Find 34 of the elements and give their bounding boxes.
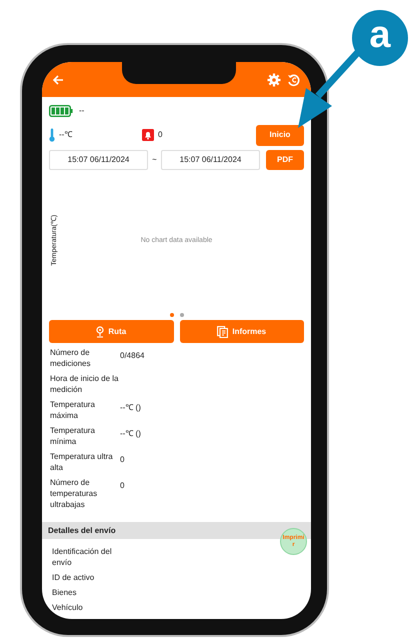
battery-reading: -- [79, 105, 84, 117]
end-date-field[interactable]: 15:07 06/11/2024 [161, 150, 260, 170]
start-date-field[interactable]: 15:07 06/11/2024 [49, 150, 148, 170]
temperature-reading: --℃ [59, 129, 72, 141]
back-icon[interactable] [52, 74, 64, 86]
annotation-badge: a [352, 10, 408, 66]
measurement-label: Número de temperaturas ultrabajas [49, 477, 98, 510]
measurement-value: 0 [120, 480, 124, 491]
measurement-label: Hora de inicio de la medición [49, 373, 120, 395]
thermometer-icon [49, 128, 55, 142]
start-button[interactable]: Inicio [256, 124, 304, 146]
bell-icon [142, 129, 154, 141]
refresh-icon[interactable] [287, 72, 301, 86]
battery-icon [49, 105, 73, 117]
document-icon [217, 326, 228, 338]
measurement-label: Temperatura máxima [49, 399, 96, 421]
route-button[interactable]: Ruta [49, 320, 174, 343]
shipment-field-label: Bienes [52, 587, 78, 598]
shipment-field-label: Vehículo [52, 602, 84, 613]
range-separator: ~ [152, 154, 157, 166]
measurement-value: --℃ () [120, 402, 141, 413]
alarm-count: 0 [158, 129, 162, 141]
reports-button[interactable]: Informes [180, 320, 304, 343]
measurement-label: Número de mediciones [49, 347, 92, 369]
measurement-label: Temperatura ultra alta [49, 451, 114, 473]
pdf-button[interactable]: PDF [266, 150, 304, 170]
settings-icon[interactable] [267, 72, 281, 86]
measurement-label: Temperatura mínima [49, 425, 96, 447]
measurement-value: 0 [120, 454, 124, 465]
measurement-value: 0/4864 [120, 350, 144, 361]
shipment-field-label: Identificación del envío [52, 546, 113, 568]
measurement-value: --℃ () [120, 428, 141, 439]
pin-icon [96, 326, 104, 338]
shipment-field-label: ID de activo [52, 572, 96, 583]
